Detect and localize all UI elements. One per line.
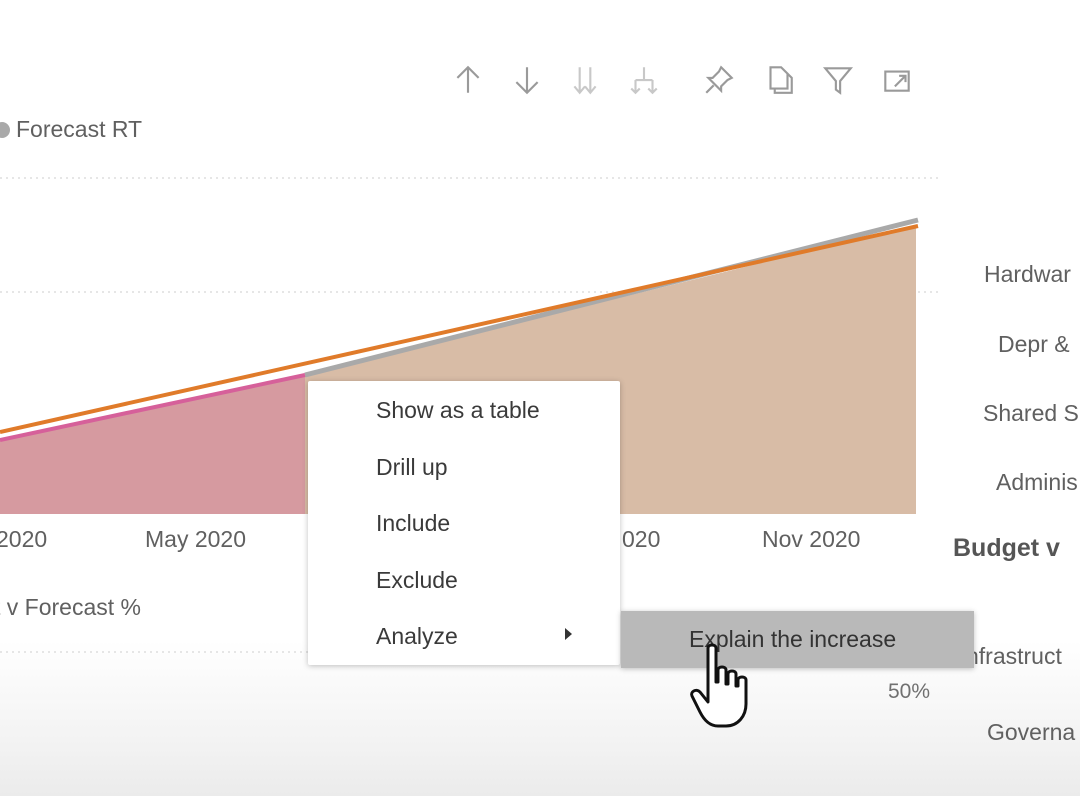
chart-subtitle: t v Forecast %: [0, 594, 141, 620]
report-canvas: Forecast RT 2020 May 2020 020 Nov 2020 t…: [0, 0, 1080, 796]
menu-item-include[interactable]: Include: [376, 510, 450, 537]
category-label: Depr &: [998, 331, 1070, 357]
submenu-chevron-icon: [565, 628, 572, 640]
category-label: Adminis: [996, 469, 1078, 495]
category-label: Hardwar: [984, 261, 1071, 287]
menu-item-exclude[interactable]: Exclude: [376, 567, 458, 594]
category-label: nfrastruct: [966, 643, 1062, 669]
context-menu: Show as a table Drill up Include Exclude…: [308, 381, 620, 665]
x-tick-label: 2020: [0, 526, 48, 552]
menu-item-show-as-table[interactable]: Show as a table: [376, 397, 540, 424]
category-label: Shared S: [983, 400, 1079, 426]
hand-cursor-icon: [690, 643, 748, 728]
x-tick-label: 020: [622, 526, 661, 552]
menu-item-analyze[interactable]: Analyze: [376, 623, 458, 650]
x-tick-label: Nov 2020: [762, 526, 861, 552]
visual-title: Budget v: [953, 534, 1060, 562]
category-label: Governa: [987, 719, 1076, 745]
percent-label: 50%: [888, 680, 931, 703]
analyze-submenu: Explain the increase: [621, 611, 974, 668]
x-tick-label: May 2020: [145, 526, 247, 552]
menu-item-drill-up[interactable]: Drill up: [376, 454, 448, 481]
